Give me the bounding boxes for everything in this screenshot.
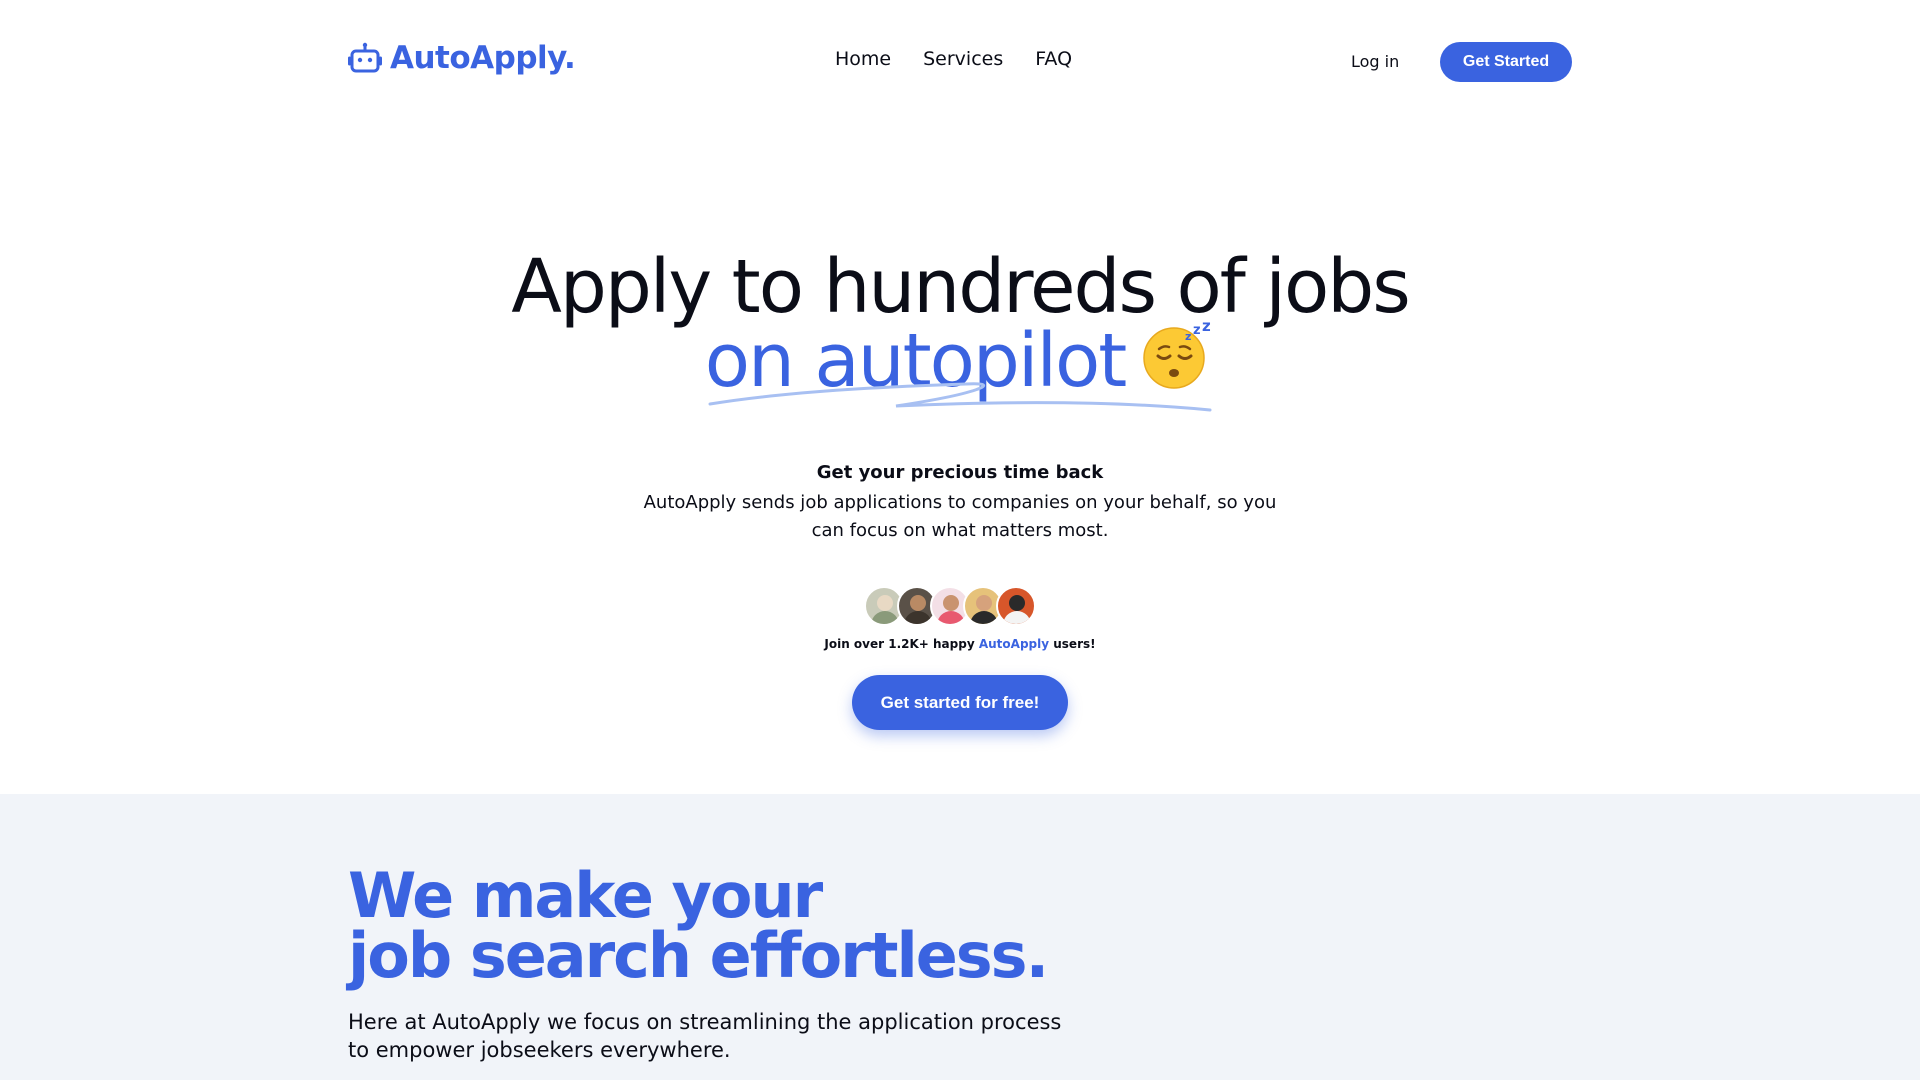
login-link[interactable]: Log in	[1351, 52, 1399, 71]
logo-link[interactable]: AutoApply.	[348, 40, 576, 76]
main-nav: Home Services FAQ	[835, 48, 1072, 70]
robot-icon	[348, 42, 382, 73]
logo-text: AutoApply.	[390, 40, 576, 76]
social-proof-prefix: Join over 1.2K+ happy	[824, 637, 975, 651]
svg-text:z: z	[1193, 323, 1201, 338]
social-proof-suffix: users!	[1053, 637, 1096, 651]
svg-text:z: z	[1202, 318, 1211, 335]
user-avatars	[864, 586, 1036, 626]
nav-item-home[interactable]: Home	[835, 48, 891, 70]
social-proof-brand: AutoApply	[978, 637, 1050, 651]
nav-item-services[interactable]: Services	[923, 48, 1003, 70]
section-text: Here at AutoApply we focus on streamlini…	[348, 1010, 1062, 1062]
features-section: We make your job search effortless. Here…	[0, 794, 1920, 1080]
nav-item-faq[interactable]: FAQ	[1035, 48, 1072, 70]
section-title-line1: We make your	[348, 859, 823, 932]
site-header: AutoApply. Home Services FAQ Log in Get …	[0, 0, 1920, 124]
hero-description: AutoApply sends job applications to comp…	[643, 492, 1277, 541]
hero-underline-squiggle	[708, 382, 1212, 412]
get-started-button[interactable]: Get Started	[1440, 42, 1572, 82]
svg-text:z: z	[1185, 330, 1191, 343]
section-title-line2: job search effortless.	[348, 919, 1049, 992]
get-started-free-button[interactable]: Get started for free!	[852, 675, 1068, 730]
social-proof-text: Join over 1.2K+ happy AutoApply users!	[0, 637, 1920, 651]
avatar	[996, 586, 1036, 626]
section-title: We make your job search effortless.	[348, 859, 1049, 992]
hero-subtitle: Get your precious time back	[816, 462, 1104, 483]
